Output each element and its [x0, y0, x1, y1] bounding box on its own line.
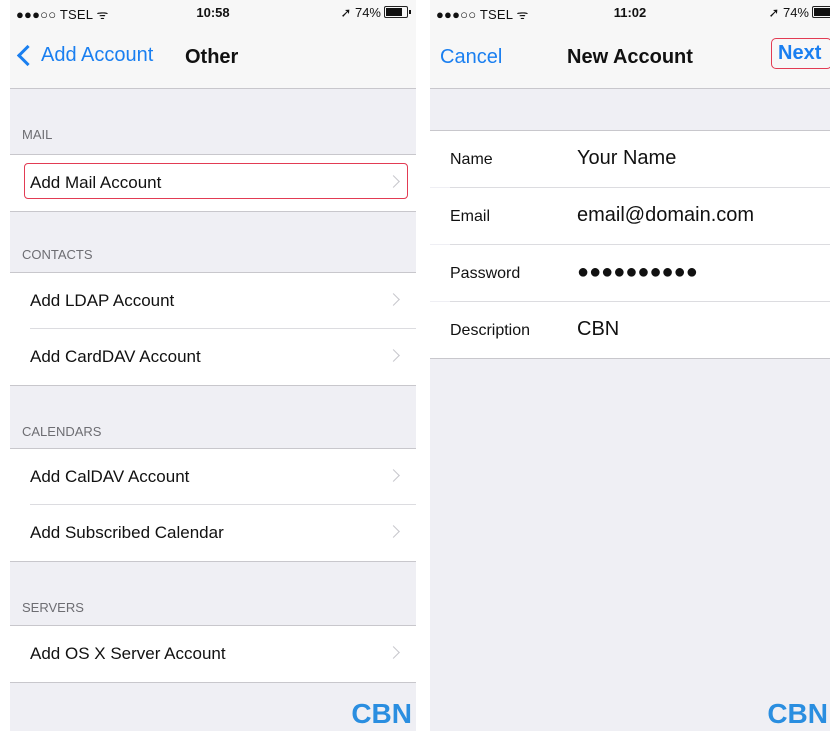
email-field-row[interactable]: Email email@domain.com: [430, 188, 830, 244]
cancel-button[interactable]: Cancel: [440, 46, 502, 69]
battery-indicator: ➚ 74%: [768, 5, 830, 21]
chevron-right-icon: [387, 525, 400, 538]
watermark-logo: CBN: [767, 698, 828, 729]
navigation-bar: Cancel New Account Next: [430, 22, 830, 89]
section-header-calendars: CALENDARS: [22, 424, 102, 439]
page-title: Other: [185, 46, 239, 68]
description-field-row[interactable]: Description CBN: [430, 302, 830, 358]
name-field[interactable]: Your Name: [577, 147, 676, 170]
add-carddav-account-row[interactable]: Add CardDAV Account: [10, 329, 416, 385]
row-label: Add LDAP Account: [30, 291, 175, 310]
description-field[interactable]: CBN: [577, 318, 619, 341]
field-label: Email: [450, 208, 491, 225]
back-label: Add Account: [41, 44, 154, 66]
section-header-mail: MAIL: [22, 127, 53, 142]
right-screen: ●●●○○ TSEL ᯤ 11:02 ➚ 74% Cancel New Acco…: [430, 0, 830, 731]
password-field-row[interactable]: Password ●●●●●●●●●●: [430, 245, 830, 301]
battery-icon: [812, 6, 830, 18]
section-header-contacts: CONTACTS: [22, 247, 93, 262]
chevron-right-icon: [387, 646, 400, 659]
field-label: Password: [450, 265, 521, 282]
section-header-servers: SERVERS: [22, 600, 84, 615]
battery-indicator: ➚ 74%: [340, 5, 411, 21]
highlight-box: [24, 163, 408, 199]
chevron-right-icon: [387, 469, 400, 482]
email-field[interactable]: email@domain.com: [577, 204, 754, 227]
add-subscribed-calendar-row[interactable]: Add Subscribed Calendar: [10, 505, 416, 561]
field-label: Description: [450, 322, 531, 339]
status-bar: ●●●○○ TSEL ᯤ 11:02 ➚ 74%: [430, 0, 830, 22]
left-screen: ●●●○○ TSEL ᯤ 10:58 ➚ 74% Add Account Oth…: [10, 0, 416, 731]
row-label: Add Subscribed Calendar: [30, 523, 224, 542]
add-osx-server-account-row[interactable]: Add OS X Server Account: [10, 626, 416, 682]
chevron-right-icon: [387, 293, 400, 306]
row-label: Add OS X Server Account: [30, 644, 226, 663]
status-bar: ●●●○○ TSEL ᯤ 10:58 ➚ 74%: [10, 0, 416, 22]
password-field[interactable]: ●●●●●●●●●●: [577, 261, 698, 284]
back-button[interactable]: Add Account: [16, 44, 153, 67]
chevron-left-icon: [16, 44, 39, 67]
form-background: Name Your Name Email email@domain.com Pa…: [430, 89, 830, 731]
add-ldap-account-row[interactable]: Add LDAP Account: [10, 273, 416, 329]
battery-icon: [384, 6, 411, 18]
page-title: New Account: [567, 46, 693, 68]
watermark-logo: CBN: [351, 698, 412, 729]
next-button[interactable]: Next: [771, 38, 830, 69]
row-label: Add CalDAV Account: [30, 467, 190, 486]
add-caldav-account-row[interactable]: Add CalDAV Account: [10, 449, 416, 505]
field-label: Name: [450, 151, 493, 168]
row-label: Add CardDAV Account: [30, 347, 201, 366]
chevron-right-icon: [387, 349, 400, 362]
navigation-bar: Add Account Other: [10, 22, 416, 89]
grouped-table: MAIL Add Mail Account CONTACTS Add LDAP …: [10, 89, 416, 731]
name-field-row[interactable]: Name Your Name: [430, 131, 830, 187]
